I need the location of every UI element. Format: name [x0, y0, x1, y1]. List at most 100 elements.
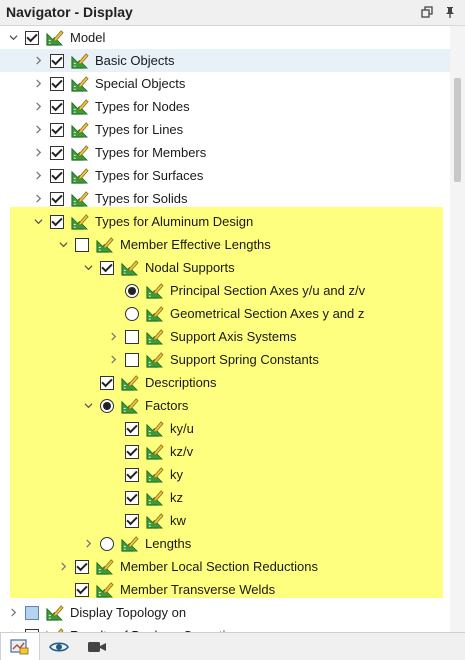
- tree-item-results-of-boolean-operations[interactable]: Results of Boolean Operations: [0, 624, 450, 632]
- display-object-icon: [96, 582, 114, 598]
- display-object-icon: [146, 467, 164, 483]
- restore-icon[interactable]: [418, 3, 436, 21]
- chevron-right-icon[interactable]: [105, 348, 121, 371]
- checkbox[interactable]: [125, 444, 139, 459]
- checkbox[interactable]: [75, 559, 89, 574]
- chevron-down-icon[interactable]: [5, 26, 21, 49]
- display-object-icon: [71, 53, 89, 69]
- checkbox[interactable]: [75, 582, 89, 597]
- display-object-icon: [146, 283, 164, 299]
- checkbox[interactable]: [50, 53, 64, 68]
- chevron-right-icon[interactable]: [5, 601, 21, 624]
- tree-item-ky[interactable]: ky: [0, 463, 450, 486]
- tree-item-member-transverse-welds[interactable]: Member Transverse Welds: [0, 578, 450, 601]
- display-tab[interactable]: [40, 633, 78, 660]
- tree-item-special-objects[interactable]: Special Objects: [0, 72, 450, 95]
- tree-item-display-topology-on[interactable]: Display Topology on: [0, 601, 450, 624]
- chevron-right-icon[interactable]: [30, 141, 46, 164]
- chevron-down-icon[interactable]: [55, 233, 71, 256]
- tree-item-label: Types for Aluminum Design: [95, 214, 254, 229]
- checkbox[interactable]: [125, 513, 139, 528]
- checkbox[interactable]: [125, 421, 139, 436]
- tree-item-support-spring-constants[interactable]: Support Spring Constants: [0, 348, 450, 371]
- display-object-icon: [146, 421, 164, 437]
- tree-item-label: Basic Objects: [95, 53, 175, 68]
- tree-item-basic-objects[interactable]: Basic Objects: [0, 49, 450, 72]
- tree-item-support-axis-systems[interactable]: Support Axis Systems: [0, 325, 450, 348]
- chevron-right-icon[interactable]: [80, 532, 96, 555]
- chevron-down-icon[interactable]: [30, 210, 46, 233]
- chevron-right-icon[interactable]: [55, 555, 71, 578]
- radio-button[interactable]: [125, 306, 139, 321]
- checkbox[interactable]: [50, 99, 64, 114]
- chevron-down-icon[interactable]: [80, 394, 96, 417]
- checkbox[interactable]: [125, 329, 139, 344]
- chevron-right-icon[interactable]: [5, 624, 21, 632]
- checkbox[interactable]: [100, 375, 114, 390]
- checkbox[interactable]: [75, 237, 89, 252]
- scrollbar-thumb[interactable]: [454, 78, 461, 182]
- tree-item-descriptions[interactable]: Descriptions: [0, 371, 450, 394]
- checkbox[interactable]: [50, 122, 64, 137]
- tree-item-types-for-nodes[interactable]: Types for Nodes: [0, 95, 450, 118]
- tree-item-label: Lengths: [145, 536, 192, 551]
- display-object-icon: [121, 536, 139, 552]
- checkbox[interactable]: [50, 145, 64, 160]
- tree-item-label: Descriptions: [145, 375, 217, 390]
- checkbox[interactable]: [50, 191, 64, 206]
- tree-item-kz[interactable]: kz: [0, 486, 450, 509]
- radio-button[interactable]: [100, 536, 114, 551]
- tree-item-kz-v[interactable]: kz/v: [0, 440, 450, 463]
- chevron-right-icon[interactable]: [30, 49, 46, 72]
- checkbox[interactable]: [125, 490, 139, 505]
- checkbox[interactable]: [25, 30, 39, 45]
- radio-button[interactable]: [100, 398, 114, 413]
- data-tab[interactable]: [0, 633, 40, 660]
- data-navigator-icon: [10, 638, 29, 654]
- chevron-right-icon[interactable]: [30, 118, 46, 141]
- chevron-right-icon[interactable]: [30, 95, 46, 118]
- tree-item-types-for-lines[interactable]: Types for Lines: [0, 118, 450, 141]
- tree-item-types-for-solids[interactable]: Types for Solids: [0, 187, 450, 210]
- checkbox[interactable]: [125, 467, 139, 482]
- tree-item-principal-section-axes-y-u-and-z-v[interactable]: Principal Section Axes y/u and z/v: [0, 279, 450, 302]
- tree-item-types-for-aluminum-design[interactable]: Types for Aluminum Design: [0, 210, 450, 233]
- tree-item-model[interactable]: Model: [0, 26, 450, 49]
- tree-item-lengths[interactable]: Lengths: [0, 532, 450, 555]
- radio-button[interactable]: [125, 283, 139, 298]
- chevron-right-icon[interactable]: [105, 325, 121, 348]
- chevron-right-icon[interactable]: [30, 164, 46, 187]
- display-object-icon: [71, 145, 89, 161]
- tree-item-factors[interactable]: Factors: [0, 394, 450, 417]
- checkbox[interactable]: [125, 352, 139, 367]
- tree-item-label: Member Transverse Welds: [120, 582, 276, 597]
- display-object-icon: [121, 260, 139, 276]
- tree-item-label: ky: [170, 467, 183, 482]
- checkbox[interactable]: [50, 76, 64, 91]
- camera-icon: [88, 641, 106, 652]
- display-object-icon: [46, 605, 64, 621]
- checkbox[interactable]: [25, 605, 39, 620]
- tree-item-ky-u[interactable]: ky/u: [0, 417, 450, 440]
- checkbox[interactable]: [50, 168, 64, 183]
- chevron-down-icon[interactable]: [80, 256, 96, 279]
- checkbox[interactable]: [100, 260, 114, 275]
- tree-item-geometrical-section-axes-y-and-z[interactable]: Geometrical Section Axes y and z: [0, 302, 450, 325]
- pin-icon[interactable]: [441, 3, 459, 21]
- chevron-right-icon[interactable]: [30, 72, 46, 95]
- tree-item-types-for-surfaces[interactable]: Types for Surfaces: [0, 164, 450, 187]
- views-tab[interactable]: [78, 633, 116, 660]
- display-object-icon: [146, 306, 164, 322]
- tree-item-nodal-supports[interactable]: Nodal Supports: [0, 256, 450, 279]
- tree-item-types-for-members[interactable]: Types for Members: [0, 141, 450, 164]
- tree-item-kw[interactable]: kw: [0, 509, 450, 532]
- tree-item-label: Types for Lines: [95, 122, 184, 137]
- tree-item-member-local-section-reductions[interactable]: Member Local Section Reductions: [0, 555, 450, 578]
- vertical-scrollbar[interactable]: [450, 26, 465, 632]
- tree-item-member-effective-lengths[interactable]: Member Effective Lengths: [0, 233, 450, 256]
- checkbox[interactable]: [50, 214, 64, 229]
- chevron-right-icon[interactable]: [30, 187, 46, 210]
- tree-item-label: Principal Section Axes y/u and z/v: [170, 283, 366, 298]
